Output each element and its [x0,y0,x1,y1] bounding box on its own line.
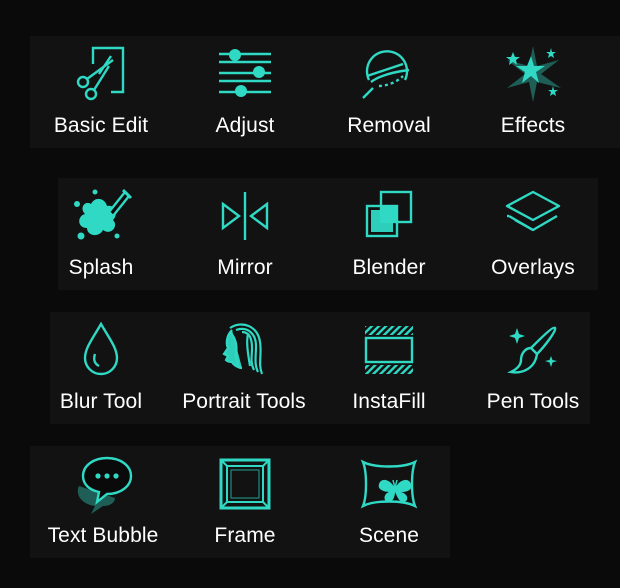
tool-blur-tool[interactable]: Blur Tool [40,316,162,414]
tool-removal[interactable]: Removal [328,40,450,138]
paintbrush-sparkle-icon [501,316,565,384]
tool-pen-tools[interactable]: Pen Tools [472,316,594,414]
tool-label: Adjust [215,114,275,137]
scissors-icon [69,40,133,108]
paint-splash-icon [69,182,133,250]
tool-label: Scene [358,524,420,547]
tool-adjust[interactable]: Adjust [184,40,306,138]
tool-label: Frame [214,524,276,547]
tool-label: Splash [68,256,134,279]
tool-basic-edit[interactable]: Basic Edit [40,40,162,138]
blend-squares-icon [357,182,421,250]
mirror-icon [213,182,277,250]
tool-label: Overlays [491,256,575,279]
tool-instafill[interactable]: InstaFill [328,316,450,414]
layers-icon [501,182,565,250]
tool-label: Blender [352,256,426,279]
tool-overlays[interactable]: Overlays [472,182,594,280]
tool-label: Mirror [217,256,273,279]
chat-bubble-icon [71,450,135,518]
sparkle-burst-icon [501,40,565,108]
tool-label: Removal [347,114,431,137]
tool-label: Pen Tools [486,390,580,413]
tool-scene[interactable]: Scene [328,450,450,548]
tool-frame[interactable]: Frame [184,450,306,548]
eraser-icon [357,40,421,108]
droplet-icon [69,316,133,384]
tool-label: Portrait Tools [182,390,306,413]
sliders-icon [213,40,277,108]
tool-label: Text Bubble [47,524,159,547]
instafill-icon [357,316,421,384]
tool-label: InstaFill [352,390,426,413]
frame-icon [213,450,277,518]
tool-blender[interactable]: Blender [328,182,450,280]
tool-label: Effects [500,114,566,137]
tool-label: Blur Tool [59,390,143,413]
tool-splash[interactable]: Splash [40,182,162,280]
tool-effects[interactable]: Effects [472,40,594,138]
tool-label: Basic Edit [53,114,149,137]
tool-mirror[interactable]: Mirror [184,182,306,280]
butterfly-scene-icon [357,450,421,518]
tool-text-bubble[interactable]: Text Bubble [40,450,166,548]
tool-portrait-tools[interactable]: Portrait Tools [172,316,316,414]
portrait-face-icon [212,316,276,384]
